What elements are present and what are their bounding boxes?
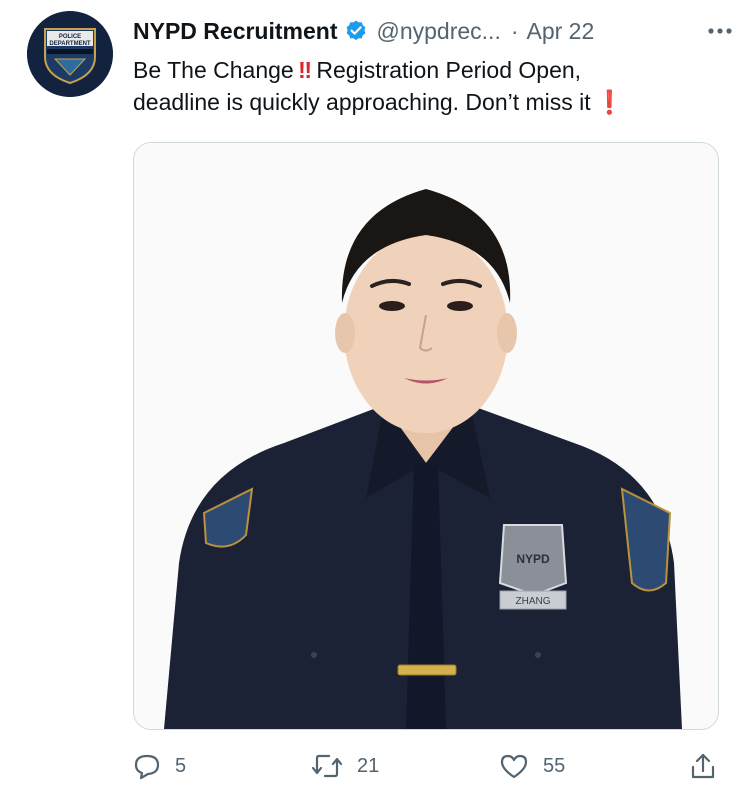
tweet-text-line2: deadline is quickly approaching. Don’t m…	[133, 89, 591, 115]
nameplate-text: ZHANG	[516, 596, 551, 607]
retweet-count: 21	[357, 754, 380, 777]
tweet-date[interactable]: Apr 22	[527, 18, 595, 45]
tweet-media-image[interactable]: NYPD ZHANG	[133, 142, 719, 730]
author-avatar[interactable]: POLICE DEPARTMENT	[27, 11, 113, 97]
double-exclamation-emoji: ‼	[293, 57, 312, 83]
retweet-icon	[311, 752, 343, 780]
header-separator: ·	[510, 17, 519, 44]
exclamation-emoji: ❗	[590, 89, 624, 115]
retweet-button[interactable]: 21	[311, 748, 379, 784]
like-count: 55	[543, 754, 566, 777]
like-button[interactable]: 55	[499, 748, 565, 784]
author-handle[interactable]: @nypdrec...	[376, 18, 500, 45]
tweet-text-part2: Registration Period Open,	[310, 57, 582, 83]
badge-text: NYPD	[516, 552, 550, 566]
officer-portrait-image: NYPD ZHANG	[134, 143, 718, 729]
more-options-icon[interactable]	[693, 14, 733, 48]
tweet-text-part1: Be The Change	[133, 57, 294, 83]
verified-badge-icon	[344, 19, 368, 43]
like-icon	[499, 752, 529, 780]
nypd-patch-logo: POLICE DEPARTMENT	[27, 11, 113, 97]
svg-text:POLICE: POLICE	[59, 34, 81, 40]
reply-button[interactable]: 5	[133, 748, 186, 784]
reply-count: 5	[175, 754, 187, 777]
author-display-name[interactable]: NYPD Recruitment	[133, 18, 337, 45]
share-button[interactable]	[689, 748, 717, 784]
svg-text:DEPARTMENT: DEPARTMENT	[49, 41, 91, 47]
share-icon	[689, 751, 717, 781]
tweet-actions: 5 21 55	[133, 748, 723, 784]
reply-icon	[133, 752, 161, 780]
tweet-header: NYPD Recruitment @nypdrec... · Apr 22	[133, 14, 733, 48]
tweet-text: Be The Change ‼ Registration Period Open…	[133, 54, 723, 118]
